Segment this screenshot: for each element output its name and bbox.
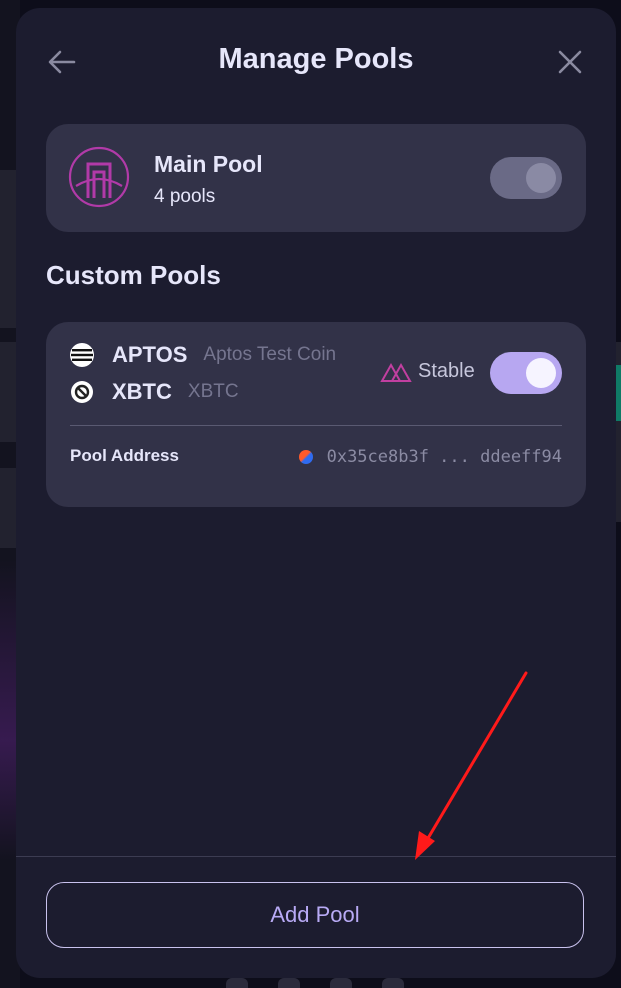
- close-icon: [558, 50, 582, 74]
- divider: [70, 425, 562, 426]
- background-social-icon: [330, 978, 352, 988]
- coin-name: Aptos Test Coin: [203, 344, 337, 365]
- coin-row: XBTC XBTC: [70, 377, 239, 407]
- xbtc-icon: [71, 381, 93, 403]
- background-panel: [0, 468, 16, 548]
- main-pool-count: 4 pools: [154, 186, 216, 207]
- pool-address[interactable]: 0x35ce8b3f ... ddeeff94: [298, 447, 562, 467]
- pool-address-value: 0x35ce8b3f ... ddeeff94: [326, 447, 562, 467]
- background-social-icon: [278, 978, 300, 988]
- curve-label: Stable: [418, 360, 475, 382]
- toggle-knob: [526, 358, 556, 388]
- coin-symbol: XBTC: [112, 379, 172, 404]
- custom-pools-heading: Custom Pools: [46, 260, 221, 290]
- manage-pools-modal: Manage Pools Main Pool 4 pools Custom Po…: [16, 8, 616, 978]
- coin-name: XBTC: [187, 381, 239, 402]
- footer-divider: [16, 856, 616, 857]
- coin-symbol: APTOS: [112, 342, 188, 367]
- background-social-icon: [382, 978, 404, 988]
- modal-header: Manage Pools: [16, 8, 616, 113]
- aptos-icon: [70, 343, 94, 367]
- pool-address-label: Pool Address: [70, 446, 179, 465]
- background-accent: [616, 365, 621, 421]
- background-social-icon: [226, 978, 248, 988]
- close-button[interactable]: [554, 46, 586, 78]
- main-pool-toggle[interactable]: [490, 157, 562, 199]
- stable-curve-icon: [380, 362, 412, 382]
- bridge-logo-icon: [68, 146, 130, 208]
- add-pool-button[interactable]: Add Pool: [46, 882, 584, 948]
- address-avatar-icon: [298, 450, 313, 464]
- main-pool-name: Main Pool: [154, 151, 263, 177]
- coin-row: APTOS Aptos Test Coin: [70, 340, 336, 370]
- curve-type: Stable: [380, 360, 475, 383]
- toggle-knob: [526, 163, 556, 193]
- background-panel: [0, 170, 16, 328]
- main-pool-card: Main Pool 4 pools: [46, 124, 586, 232]
- modal-title: Manage Pools: [218, 43, 414, 75]
- custom-pool-toggle[interactable]: [490, 352, 562, 394]
- custom-pool-card: APTOS Aptos Test Coin XBTC XBTC Stable P…: [46, 322, 586, 507]
- background-panel: [0, 342, 16, 442]
